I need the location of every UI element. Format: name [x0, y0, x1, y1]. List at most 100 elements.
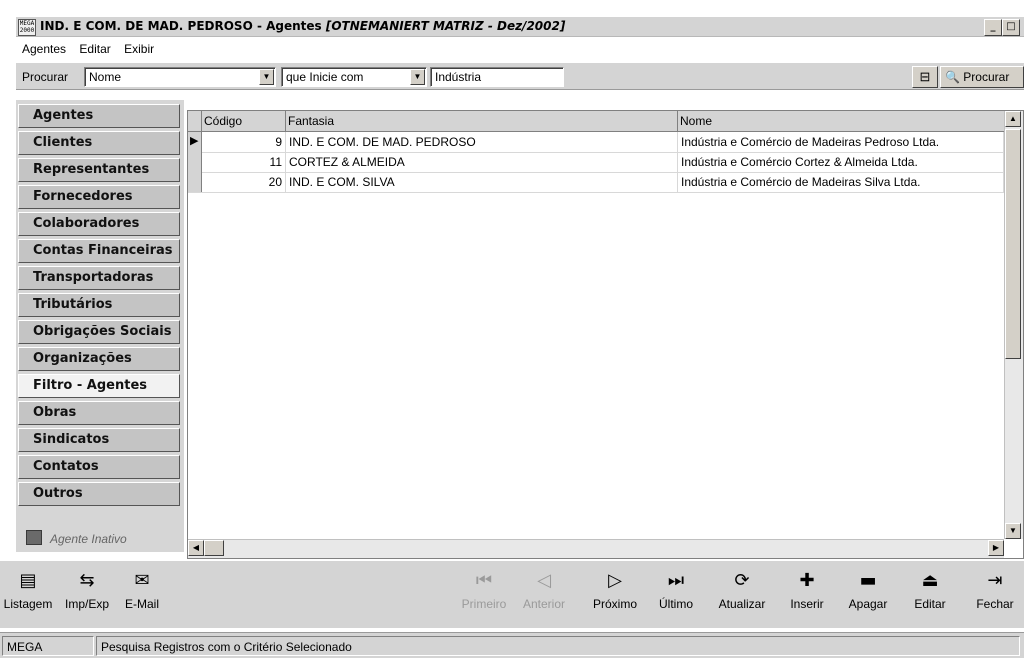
search-term-input[interactable]: Indústria: [430, 67, 564, 87]
inactive-legend: Agente Inativo: [26, 530, 127, 546]
horizontal-scrollbar[interactable]: ◀ ▶: [188, 539, 1004, 558]
category-sidebar: Agentes Clientes Representantes Forneced…: [16, 100, 184, 552]
cell-codigo[interactable]: 11: [202, 152, 286, 172]
first-record-icon: ⏮: [475, 570, 493, 591]
anterior-label: Anterior: [522, 597, 566, 611]
sidebar-item-fornecedores[interactable]: Fornecedores: [18, 185, 180, 209]
primeiro-label: Primeiro: [461, 597, 507, 611]
sidebar-item-sindicatos[interactable]: Sindicatos: [18, 428, 180, 452]
scroll-down-icon[interactable]: ▼: [1005, 523, 1021, 539]
cell-nome[interactable]: Indústria e Comércio de Madeiras Pedroso…: [678, 132, 1004, 152]
delete-button[interactable]: ▬ Apagar: [842, 567, 894, 611]
previous-record-button[interactable]: ◁ Anterior: [518, 567, 570, 611]
inactive-legend-label: Agente Inativo: [50, 532, 127, 546]
sidebar-item-obrigacoes-sociais[interactable]: Obrigações Sociais: [18, 320, 180, 344]
cell-nome[interactable]: Indústria e Comércio Cortez & Almeida Lt…: [678, 152, 1004, 172]
chevron-down-icon[interactable]: ▼: [259, 69, 274, 85]
horizontal-scroll-thumb[interactable]: [204, 540, 224, 556]
cell-fantasia[interactable]: CORTEZ & ALMEIDA: [286, 152, 678, 172]
next-icon: ▷: [608, 570, 622, 591]
sidebar-item-colaboradores[interactable]: Colaboradores: [18, 212, 180, 236]
menu-bar: Agentes Editar Exibir: [16, 40, 1024, 58]
search-field-value: Nome: [89, 70, 122, 84]
table-row[interactable]: ▶ 9 IND. E COM. DE MAD. PEDROSO Indústri…: [188, 132, 1004, 153]
apagar-label: Apagar: [848, 597, 888, 611]
cell-codigo[interactable]: 20: [202, 172, 286, 192]
vertical-scrollbar[interactable]: ▲ ▼: [1004, 111, 1023, 539]
indicator-header: [188, 111, 202, 131]
insert-button[interactable]: ✚ Inserir: [784, 567, 830, 611]
table-row[interactable]: 20 IND. E COM. SILVA Indústria e Comérci…: [188, 172, 1004, 193]
search-condition-value: que Inicie com: [286, 70, 364, 84]
sidebar-item-outros[interactable]: Outros: [18, 482, 180, 506]
filter-icon: ⊟: [919, 69, 931, 84]
sidebar-item-transportadoras[interactable]: Transportadoras: [18, 266, 180, 290]
ultimo-label: Último: [658, 597, 693, 611]
cell-nome[interactable]: Indústria e Comércio de Madeiras Silva L…: [678, 172, 1004, 192]
refresh-button[interactable]: ⟳ Atualizar: [712, 567, 772, 611]
email-label: E-Mail: [124, 597, 159, 611]
search-field-select[interactable]: Nome ▼: [84, 67, 276, 87]
last-record-button[interactable]: ⏭ Último: [654, 567, 698, 611]
row-indicator: [188, 172, 202, 192]
sidebar-item-clientes[interactable]: Clientes: [18, 131, 180, 155]
column-header-fantasia[interactable]: Fantasia: [286, 111, 678, 131]
delete-icon: ▬: [859, 570, 877, 591]
inactive-swatch-icon: [26, 530, 42, 545]
scroll-up-icon[interactable]: ▲: [1005, 111, 1021, 127]
edit-icon: ⏏: [921, 570, 939, 591]
cell-fantasia[interactable]: IND. E COM. SILVA: [286, 172, 678, 192]
sidebar-item-representantes[interactable]: Representantes: [18, 158, 180, 182]
window-title: IND. E COM. DE MAD. PEDROSO - Agentes [O…: [40, 19, 565, 33]
first-record-button[interactable]: ⏮ Primeiro: [460, 567, 508, 611]
listagem-label: Listagem: [3, 597, 53, 611]
email-button[interactable]: ✉ E-Mail: [118, 567, 166, 611]
action-toolbar: ▤ Listagem ⇆ Imp/Exp ✉ E-Mail ⏮ Primeiro…: [0, 560, 1024, 628]
search-button[interactable]: 🔍 Procurar: [940, 66, 1024, 88]
proximo-label: Próximo: [592, 597, 637, 611]
table-row[interactable]: 11 CORTEZ & ALMEIDA Indústria e Comércio…: [188, 152, 1004, 173]
import-export-icon: ⇆: [79, 570, 95, 591]
filter-options-button[interactable]: ⊟: [912, 66, 938, 88]
imp-exp-button[interactable]: ⇆ Imp/Exp: [60, 567, 114, 611]
search-button-label: Procurar: [963, 70, 1010, 84]
current-row-indicator-icon: ▶: [188, 132, 202, 152]
atualizar-label: Atualizar: [718, 597, 766, 611]
sidebar-item-organizacoes[interactable]: Organizações: [18, 347, 180, 371]
listagem-button[interactable]: ▤ Listagem: [2, 567, 54, 611]
edit-button[interactable]: ⏏ Editar: [908, 567, 952, 611]
sidebar-item-filtro-agentes[interactable]: Filtro - Agentes: [18, 374, 180, 398]
cell-codigo[interactable]: 9: [202, 132, 286, 152]
sidebar-item-contatos[interactable]: Contatos: [18, 455, 180, 479]
sidebar-item-obras[interactable]: Obras: [18, 401, 180, 425]
chevron-down-icon[interactable]: ▼: [410, 69, 425, 85]
window-title-bar[interactable]: MEGA 2000 IND. E COM. DE MAD. PEDROSO - …: [16, 17, 1024, 37]
column-header-codigo[interactable]: Código: [202, 111, 286, 131]
sidebar-item-contas-financeiras[interactable]: Contas Financeiras: [18, 239, 180, 263]
scroll-thumb[interactable]: [1005, 129, 1021, 359]
minimize-button[interactable]: _: [984, 19, 1002, 36]
search-label: Procurar: [22, 70, 69, 84]
menu-editar[interactable]: Editar: [79, 42, 110, 56]
window-title-main: IND. E COM. DE MAD. PEDROSO - Agentes: [40, 19, 326, 33]
last-record-icon: ⏭: [667, 570, 685, 591]
previous-icon: ◁: [537, 570, 551, 591]
imp-exp-label: Imp/Exp: [64, 597, 109, 611]
fechar-label: Fechar: [976, 597, 1014, 611]
next-record-button[interactable]: ▷ Próximo: [586, 567, 644, 611]
close-button[interactable]: ⇥ Fechar: [968, 567, 1022, 611]
sidebar-item-agentes[interactable]: Agentes: [18, 104, 180, 128]
maximize-button[interactable]: □: [1002, 19, 1020, 36]
scroll-right-icon[interactable]: ▶: [988, 540, 1004, 556]
menu-agentes[interactable]: Agentes: [22, 42, 66, 56]
search-term-value: Indústria: [435, 70, 482, 84]
email-icon: ✉: [134, 570, 150, 591]
sidebar-item-tributarios[interactable]: Tributários: [18, 293, 180, 317]
cell-fantasia[interactable]: IND. E COM. DE MAD. PEDROSO: [286, 132, 678, 152]
menu-exibir[interactable]: Exibir: [124, 42, 154, 56]
agents-grid[interactable]: Código Fantasia Nome ▶ 9 IND. E COM. DE …: [187, 110, 1024, 559]
column-header-nome[interactable]: Nome: [678, 111, 1004, 131]
search-condition-select[interactable]: que Inicie com ▼: [281, 67, 427, 87]
search-toolbar: Procurar Nome ▼ que Inicie com ▼ Indústr…: [16, 62, 1024, 90]
scroll-left-icon[interactable]: ◀: [188, 540, 204, 556]
